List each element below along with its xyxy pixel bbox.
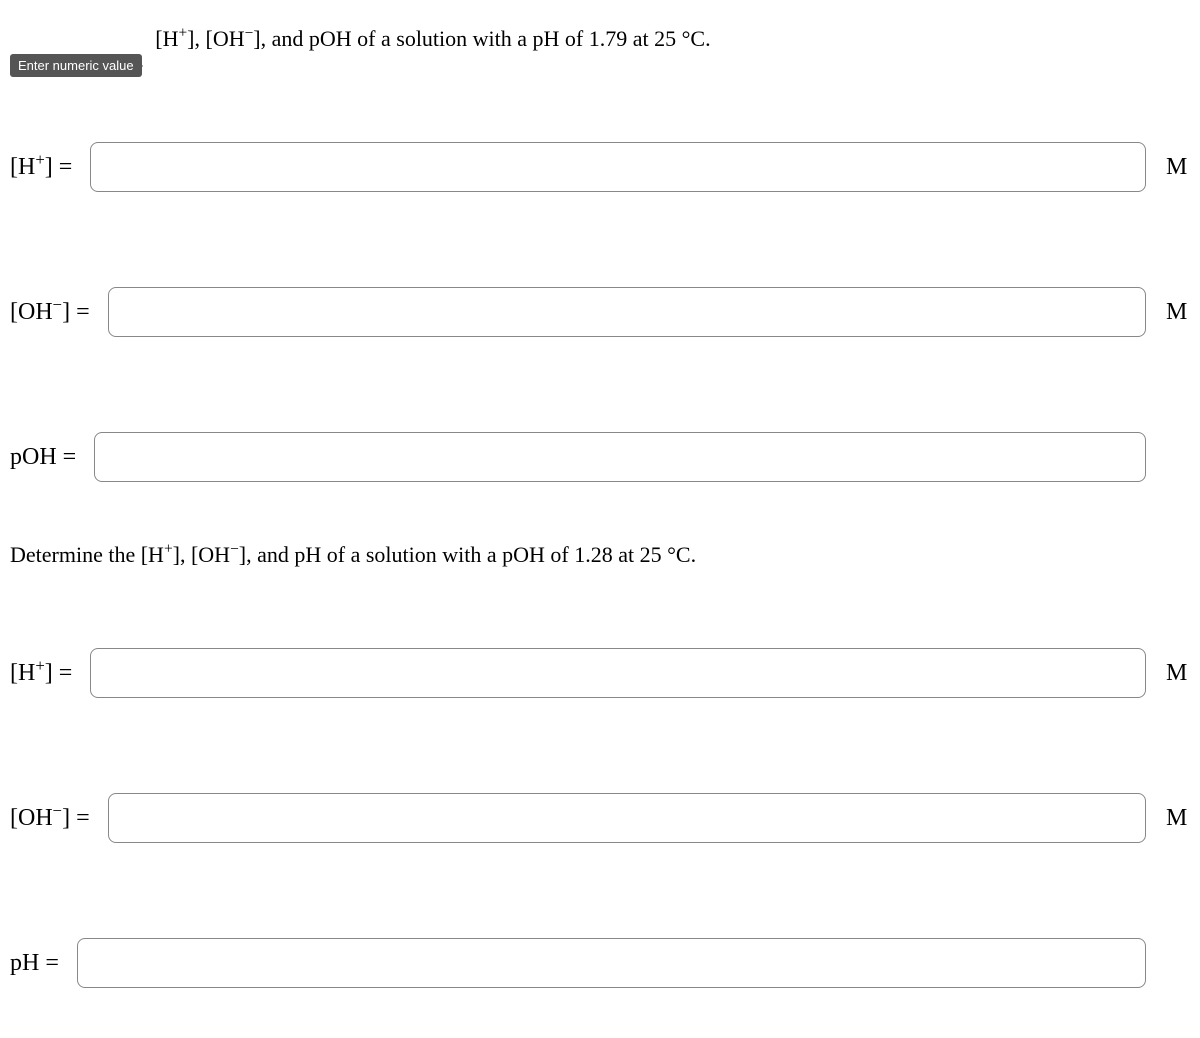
tooltip-enter-numeric: Enter numeric value bbox=[10, 54, 142, 77]
q2-oh-label: [OH−] = bbox=[10, 805, 90, 832]
q1-poh-row: pOH = bbox=[10, 432, 1190, 482]
q1-hplus-label: [H+] = bbox=[10, 154, 72, 181]
q2-hplus-unit: M bbox=[1166, 660, 1190, 687]
q1-hplus-row: [H+] = M bbox=[10, 142, 1190, 192]
q1-hplus-input[interactable] bbox=[90, 142, 1146, 192]
q1-tail: , and pOH of a solution with a pH of 1.7… bbox=[261, 26, 711, 51]
q1-oh-input[interactable] bbox=[108, 287, 1146, 337]
q2-tail: , and pH of a solution with a pOH of 1.2… bbox=[246, 542, 696, 567]
q1-poh-label: pOH = bbox=[10, 444, 76, 471]
q2-hplus-input[interactable] bbox=[90, 648, 1146, 698]
q2-hplus-row: [H+] = M bbox=[10, 648, 1190, 698]
q2-ph-label: pH = bbox=[10, 950, 59, 977]
q2-oh-row: [OH−] = M bbox=[10, 793, 1190, 843]
comma: , bbox=[195, 26, 206, 51]
q2-ph-input[interactable] bbox=[77, 938, 1146, 988]
q2-ph-row: pH = bbox=[10, 938, 1190, 988]
question-1-prompt: Enter numeric value e [H+], [OH−], and p… bbox=[10, 26, 1190, 52]
q2-oh-unit: M bbox=[1166, 805, 1190, 832]
q2-intro: Determine the bbox=[10, 542, 141, 567]
q1-poh-input[interactable] bbox=[94, 432, 1146, 482]
q2-hplus-label: [H+] = bbox=[10, 660, 72, 687]
q1-oh-unit: M bbox=[1166, 299, 1190, 326]
q2-oh-input[interactable] bbox=[108, 793, 1146, 843]
question-2-prompt: Determine the [H+], [OH−], and pH of a s… bbox=[10, 542, 1190, 568]
q1-hplus-unit: M bbox=[1166, 154, 1190, 181]
q1-oh-row: [OH−] = M bbox=[10, 287, 1190, 337]
q1-oh-label: [OH−] = bbox=[10, 299, 90, 326]
comma2: , bbox=[180, 542, 191, 567]
